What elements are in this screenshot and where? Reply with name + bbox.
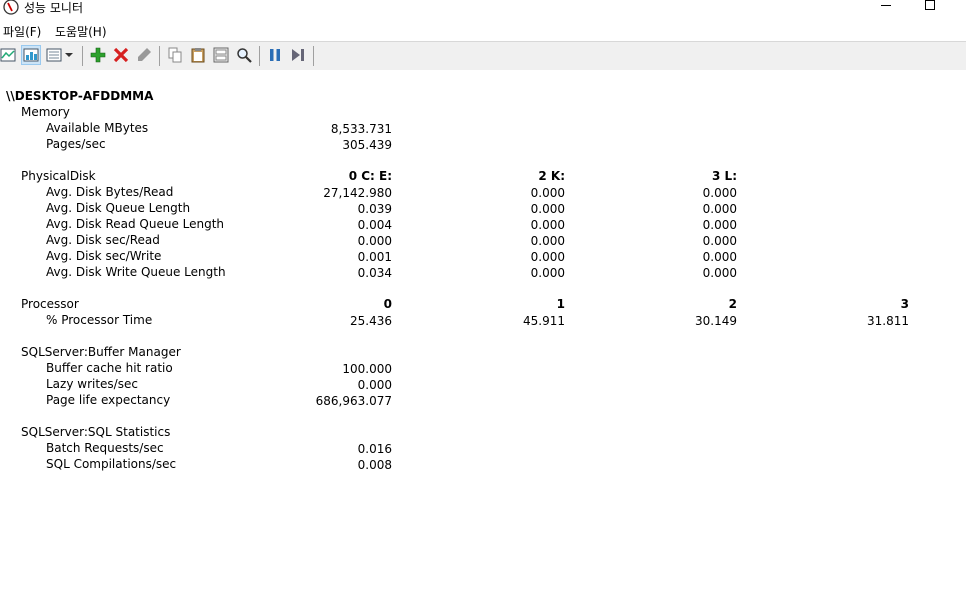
counter-value: 0.034 [357, 266, 392, 280]
toolbar [0, 41, 966, 71]
object-physicaldisk: PhysicalDisk [21, 169, 96, 183]
instance-header: 2 [728, 297, 737, 311]
counter-label: Avg. Disk sec/Write [46, 249, 162, 263]
highlight-icon[interactable] [134, 45, 154, 65]
counter-value: 25.436 [350, 314, 392, 328]
counter-value: 0.001 [357, 250, 392, 264]
object-processor: Processor [21, 297, 79, 311]
counter-value: 0.000 [530, 250, 565, 264]
counter-value: 0.004 [357, 218, 392, 232]
counter-value: 0.008 [357, 458, 392, 472]
counter-value: 0.000 [357, 378, 392, 392]
toolbar-separator [259, 46, 260, 66]
counter-label: Avg. Disk Queue Length [46, 201, 191, 215]
report-view-icon[interactable] [44, 45, 64, 65]
minimize-button[interactable] [872, 0, 900, 14]
maximize-button[interactable] [918, 0, 946, 14]
menu-file[interactable]: 파일(F) [3, 23, 41, 40]
toolbar-separator [82, 46, 83, 66]
counter-value: 0.000 [530, 218, 565, 232]
zoom-icon[interactable] [234, 45, 254, 65]
counter-label: Avg. Disk Write Queue Length [46, 265, 226, 279]
counter-value: 100.000 [342, 362, 392, 376]
performance-monitor-icon [3, 0, 19, 15]
counter-value: 0.000 [702, 234, 737, 248]
update-data-icon[interactable] [288, 45, 308, 65]
computer-name: \\DESKTOP-AFDDMMA [6, 89, 154, 103]
graph-view-icon[interactable] [0, 45, 18, 65]
title-bar: 성능 모니터 [0, 0, 966, 20]
counter-value: 0.000 [530, 186, 565, 200]
counter-label: SQL Compilations/sec [46, 457, 177, 471]
counter-label: % Processor Time [46, 313, 153, 327]
counter-label: Available MBytes [46, 121, 149, 135]
counter-value: 8,533.731 [330, 122, 392, 136]
counter-label: Avg. Disk Bytes/Read [46, 185, 174, 199]
properties-icon[interactable] [211, 45, 231, 65]
counter-label: Batch Requests/sec [46, 441, 164, 455]
counter-value: 0.000 [702, 218, 737, 232]
counter-label: Buffer cache hit ratio [46, 361, 173, 375]
counter-value: 0.000 [530, 234, 565, 248]
counter-value: 27,142.980 [323, 186, 392, 200]
copy-properties-icon[interactable] [165, 45, 185, 65]
counter-value: 305.439 [342, 138, 392, 152]
counter-value: 0.000 [702, 250, 737, 264]
instance-header: 1 [556, 297, 565, 311]
instance-header: 0 [383, 297, 392, 311]
counter-value: 0.000 [702, 186, 737, 200]
toolbar-separator [313, 46, 314, 66]
counter-value: 31.811 [867, 314, 909, 328]
instance-header: 3 [900, 297, 909, 311]
dropdown-arrow-icon[interactable] [62, 45, 76, 65]
counter-label: Avg. Disk Read Queue Length [46, 217, 225, 231]
object-buffer-manager: SQLServer:Buffer Manager [21, 345, 181, 359]
object-memory: Memory [21, 105, 70, 119]
paste-counter-list-icon[interactable] [188, 45, 208, 65]
freeze-display-icon[interactable] [265, 45, 285, 65]
counter-value: 30.149 [695, 314, 737, 328]
counter-value: 0.000 [530, 266, 565, 280]
counter-value: 0.000 [702, 266, 737, 280]
instance-header: 0 C: E: [348, 169, 392, 183]
counter-label: Page life expectancy [46, 393, 171, 407]
counter-label: Avg. Disk sec/Read [46, 233, 160, 247]
delete-counter-icon[interactable] [111, 45, 131, 65]
menu-help[interactable]: 도움말(H) [55, 23, 107, 40]
instance-header: 2 K: [538, 169, 565, 183]
menu-bar: 파일(F) 도움말(H) [0, 21, 966, 41]
counter-value: 45.911 [523, 314, 565, 328]
instance-header: 3 L: [712, 169, 737, 183]
add-counter-icon[interactable] [88, 45, 108, 65]
counter-value: 0.039 [357, 202, 392, 216]
counter-label: Lazy writes/sec [46, 377, 138, 391]
report-view: \\DESKTOP-AFDDMMA Memory Available MByte… [0, 70, 966, 608]
counter-value: 686,963.077 [315, 394, 392, 408]
counter-label: Pages/sec [46, 137, 106, 151]
counter-value: 0.000 [357, 234, 392, 248]
counter-value: 0.000 [702, 202, 737, 216]
toolbar-separator [159, 46, 160, 66]
histogram-view-icon[interactable] [21, 45, 41, 65]
window-title: 성능 모니터 [24, 1, 84, 15]
counter-value: 0.016 [357, 442, 392, 456]
object-sql-statistics: SQLServer:SQL Statistics [21, 425, 171, 439]
counter-value: 0.000 [530, 202, 565, 216]
